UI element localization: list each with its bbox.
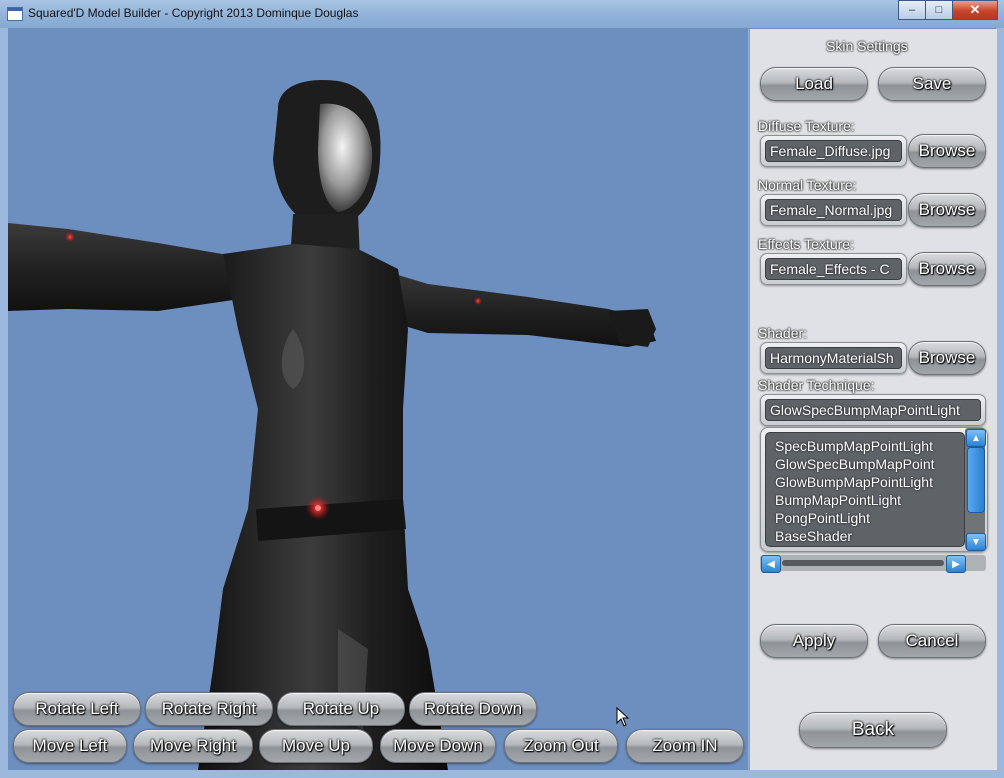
list-item[interactable]: GlowBumpMapPointLight: [775, 474, 933, 490]
window-frame-bottom: [0, 770, 1004, 778]
list-item[interactable]: GlowSpecBumpMapPoint: [775, 456, 935, 472]
vertical-scroll-thumb[interactable]: [967, 447, 985, 513]
technique-list[interactable]: SpecBumpMapPointLight GlowSpecBumpMapPoi…: [760, 427, 988, 552]
shader-technique-label: Shader Technique:: [758, 377, 875, 393]
diffuse-texture-value: Female_Diffuse.jpg: [770, 143, 891, 159]
female-model-render: [8, 79, 656, 770]
effects-texture-field[interactable]: Female_Effects - C: [760, 253, 907, 285]
cancel-button[interactable]: Cancel: [878, 624, 986, 658]
window-controls: – □ ✕: [898, 0, 998, 20]
diffuse-browse-button[interactable]: Browse: [908, 134, 986, 168]
list-item[interactable]: BumpMapPointLight: [775, 492, 901, 508]
normal-texture-field[interactable]: Female_Normal.jpg: [760, 194, 907, 226]
normal-browse-button[interactable]: Browse: [908, 193, 986, 227]
effects-browse-button[interactable]: Browse: [908, 252, 986, 286]
move-right-button[interactable]: Move Right: [133, 729, 253, 763]
list-item[interactable]: BaseShader: [775, 528, 852, 544]
list-item[interactable]: PongPointLight: [775, 510, 870, 526]
back-button[interactable]: Back: [799, 712, 947, 748]
load-button[interactable]: Load: [760, 67, 868, 101]
save-button[interactable]: Save: [878, 67, 986, 101]
window-frame-right: [996, 28, 1004, 770]
move-down-button[interactable]: Move Down: [380, 729, 496, 763]
panel-title: Skin Settings: [826, 38, 908, 54]
scroll-left-icon[interactable]: ◀: [761, 555, 781, 573]
rotate-down-button[interactable]: Rotate Down: [409, 692, 537, 726]
shader-field[interactable]: HarmonyMaterialSh: [760, 342, 907, 374]
zoom-out-button[interactable]: Zoom Out: [504, 729, 618, 763]
zoom-in-button[interactable]: Zoom IN: [626, 729, 744, 763]
shader-browse-button[interactable]: Browse: [908, 341, 986, 375]
shader-technique-field[interactable]: GlowSpecBumpMapPointLight: [760, 394, 986, 426]
list-item[interactable]: SpecBumpMapPointLight: [775, 438, 933, 454]
minimize-button[interactable]: –: [898, 0, 926, 20]
close-button[interactable]: ✕: [952, 0, 998, 20]
move-up-button[interactable]: Move Up: [259, 729, 373, 763]
diffuse-texture-label: Diffuse Texture:: [758, 118, 855, 134]
scroll-down-icon[interactable]: ▼: [966, 533, 986, 551]
mouse-cursor-icon: [616, 707, 630, 727]
window-frame-left: [0, 28, 8, 770]
scroll-right-icon[interactable]: ▶: [946, 555, 966, 573]
rotate-up-button[interactable]: Rotate Up: [277, 692, 405, 726]
shader-technique-value: GlowSpecBumpMapPointLight: [770, 402, 960, 418]
app-icon: [7, 7, 23, 21]
rotate-right-button[interactable]: Rotate Right: [145, 692, 273, 726]
shader-value: HarmonyMaterialSh: [770, 350, 894, 366]
model-viewport[interactable]: Rotate Left Rotate Right Rotate Up Rotat…: [8, 29, 748, 770]
horizontal-scroll-track[interactable]: [782, 560, 944, 566]
maximize-button[interactable]: □: [925, 0, 953, 20]
move-left-button[interactable]: Move Left: [13, 729, 127, 763]
title-bar[interactable]: Squared'D Model Builder - Copyright 2013…: [0, 0, 1004, 29]
normal-texture-label: Normal Texture:: [758, 177, 857, 193]
apply-button[interactable]: Apply: [760, 624, 868, 658]
window-title: Squared'D Model Builder - Copyright 2013…: [28, 6, 359, 20]
shader-label: Shader:: [758, 325, 808, 341]
effects-texture-label: Effects Texture:: [758, 236, 854, 252]
normal-texture-value: Female_Normal.jpg: [770, 202, 893, 218]
diffuse-texture-field[interactable]: Female_Diffuse.jpg: [760, 135, 907, 167]
rotate-left-button[interactable]: Rotate Left: [13, 692, 141, 726]
scroll-up-icon[interactable]: ▲: [966, 429, 986, 447]
effects-texture-value: Female_Effects - C: [770, 261, 890, 277]
